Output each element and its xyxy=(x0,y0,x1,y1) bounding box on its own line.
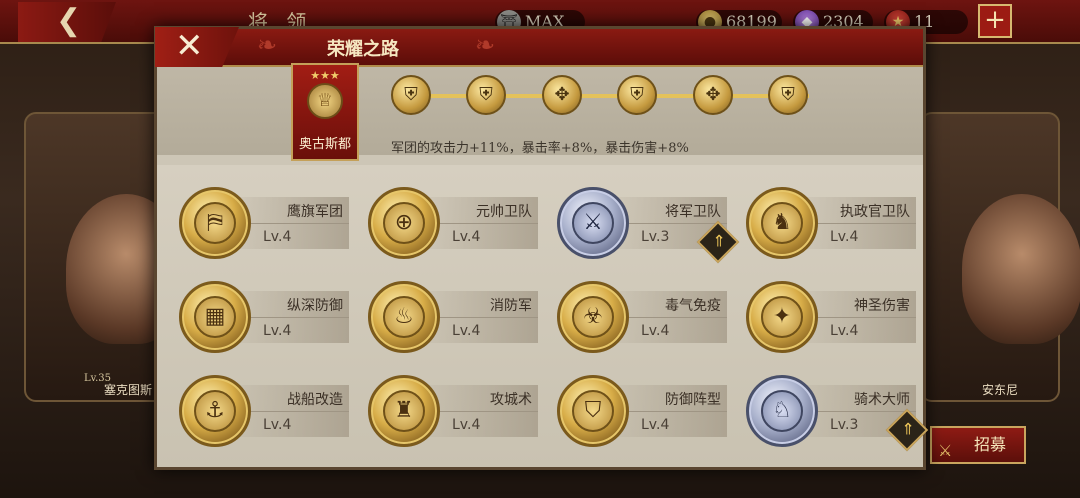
skill-level: Lv.4 xyxy=(452,417,481,433)
skill-level: Lv.4 xyxy=(641,417,670,433)
skill-level: Lv.4 xyxy=(263,417,292,433)
skill-name: 消防军 xyxy=(490,298,532,314)
skill-level: Lv.3 xyxy=(830,417,859,433)
helmet-shield-icon: ⊕ xyxy=(368,187,440,259)
glory-road-dialog: ❧ 荣耀之路 ❧ ✕ ⛨ ⛨ ✥ ⛨ ✥ ⛨ ★★★ ♕ 奥古斯都 军团的攻击力… xyxy=(154,26,929,470)
close-icon: ✕ xyxy=(175,26,204,66)
skill-level: Lv.4 xyxy=(263,229,292,245)
dialog-title: 荣耀之路 xyxy=(327,39,399,60)
path-node-5[interactable]: ✥ xyxy=(693,75,733,115)
rank-banner: ★★★ ♕ 奥古斯都 xyxy=(291,63,359,161)
skill-item[interactable]: 元帅卫队 Lv.4 ⊕ xyxy=(368,187,538,259)
skill-name: 毒气免疫 xyxy=(665,298,721,314)
skill-item[interactable]: 鹰旗军团 Lv.4 ⛿ xyxy=(179,187,349,259)
hero-portrait xyxy=(962,194,1080,344)
hero-name: 安东尼 xyxy=(982,383,1019,397)
back-arrow-icon: ❮ xyxy=(56,3,82,38)
warship-icon: ⚓ xyxy=(179,375,251,447)
skill-name: 执政官卫队 xyxy=(840,204,910,220)
skill-name: 鹰旗军团 xyxy=(287,204,343,220)
rank-name: 奥古斯都 xyxy=(298,137,351,152)
add-resource-button[interactable]: + xyxy=(978,4,1012,38)
horse-shield-icon: ♞ xyxy=(746,187,818,259)
path-node-1[interactable]: ⛨ xyxy=(391,75,431,115)
skill-item[interactable]: 毒气免疫 Lv.4 ☣ xyxy=(557,281,727,353)
recruit-icon: ⚔ xyxy=(938,441,953,460)
shield-formation-icon: ⛉ xyxy=(557,375,629,447)
dialog-header: ❧ 荣耀之路 ❧ xyxy=(157,29,923,67)
sword-shield-icon: ⚔ xyxy=(557,187,629,259)
skill-item[interactable]: 战船改造 Lv.4 ⚓ xyxy=(179,375,349,447)
skill-level: Lv.4 xyxy=(452,323,481,339)
gas-mask-icon: ☣ xyxy=(557,281,629,353)
siege-tower-icon: ♜ xyxy=(368,375,440,447)
hero-card-right[interactable]: 安东尼 xyxy=(920,112,1080,402)
star-icons: ★★★ xyxy=(310,69,340,82)
bonus-description: 军团的攻击力+11%，暴击率+8%，暴击伤害+8% xyxy=(391,141,689,156)
skill-item[interactable]: 攻城术 Lv.4 ♜ xyxy=(368,375,538,447)
defense-wall-icon: ▦ xyxy=(179,281,251,353)
upgrade-arrow-icon: ⇑ xyxy=(712,231,726,251)
skill-level: Lv.4 xyxy=(452,229,481,245)
recruit-label: 招募 xyxy=(973,435,1006,454)
skill-item[interactable]: 防御阵型 Lv.4 ⛉ xyxy=(557,375,727,447)
path-node-4[interactable]: ⛨ xyxy=(617,75,657,115)
skill-item[interactable]: 执政官卫队 Lv.4 ♞ xyxy=(746,187,916,259)
recruit-button[interactable]: ⚔ 招募 xyxy=(930,426,1026,464)
path-node-2[interactable]: ⛨ xyxy=(466,75,506,115)
laurel-right-icon: ❧ xyxy=(475,31,496,59)
skill-item[interactable]: 将军卫队 Lv.3 ⚔ ⇑ xyxy=(557,187,740,264)
skill-level: Lv.4 xyxy=(830,323,859,339)
skill-item[interactable]: 神圣伤害 Lv.4 ✦ xyxy=(746,281,916,353)
path-node-3[interactable]: ✥ xyxy=(542,75,582,115)
upgrade-arrow-icon: ⇑ xyxy=(901,419,915,439)
skill-name: 神圣伤害 xyxy=(854,298,910,314)
skill-name: 将军卫队 xyxy=(665,204,721,220)
laurel-left-icon: ❧ xyxy=(257,31,278,59)
path-node-6[interactable]: ⛨ xyxy=(768,75,808,115)
skill-item[interactable]: 骑术大师 Lv.3 ♘ ⇑ xyxy=(746,375,929,452)
fire-brigade-icon: ♨ xyxy=(368,281,440,353)
skill-level: Lv.4 xyxy=(830,229,859,245)
skill-name: 骑术大师 xyxy=(854,392,910,408)
eagle-standard-icon: ⛿ xyxy=(179,187,251,259)
skill-level: Lv.4 xyxy=(641,323,670,339)
skill-name: 纵深防御 xyxy=(287,298,343,314)
skill-item[interactable]: 消防军 Lv.4 ♨ xyxy=(368,281,538,353)
skill-level: Lv.4 xyxy=(263,323,292,339)
skill-name: 战船改造 xyxy=(287,392,343,408)
skill-item[interactable]: 纵深防御 Lv.4 ▦ xyxy=(179,281,349,353)
skill-name: 防御阵型 xyxy=(665,392,721,408)
back-button[interactable]: ❮ xyxy=(18,2,116,42)
holy-star-icon: ✦ xyxy=(746,281,818,353)
horse-rider-icon: ♘ xyxy=(746,375,818,447)
helmet-emblem-icon: ♕ xyxy=(307,83,343,119)
skill-name: 攻城术 xyxy=(490,392,532,408)
hero-name: 塞克图斯 xyxy=(104,383,153,397)
skill-level: Lv.3 xyxy=(641,229,670,245)
skill-name: 元帅卫队 xyxy=(476,204,532,220)
